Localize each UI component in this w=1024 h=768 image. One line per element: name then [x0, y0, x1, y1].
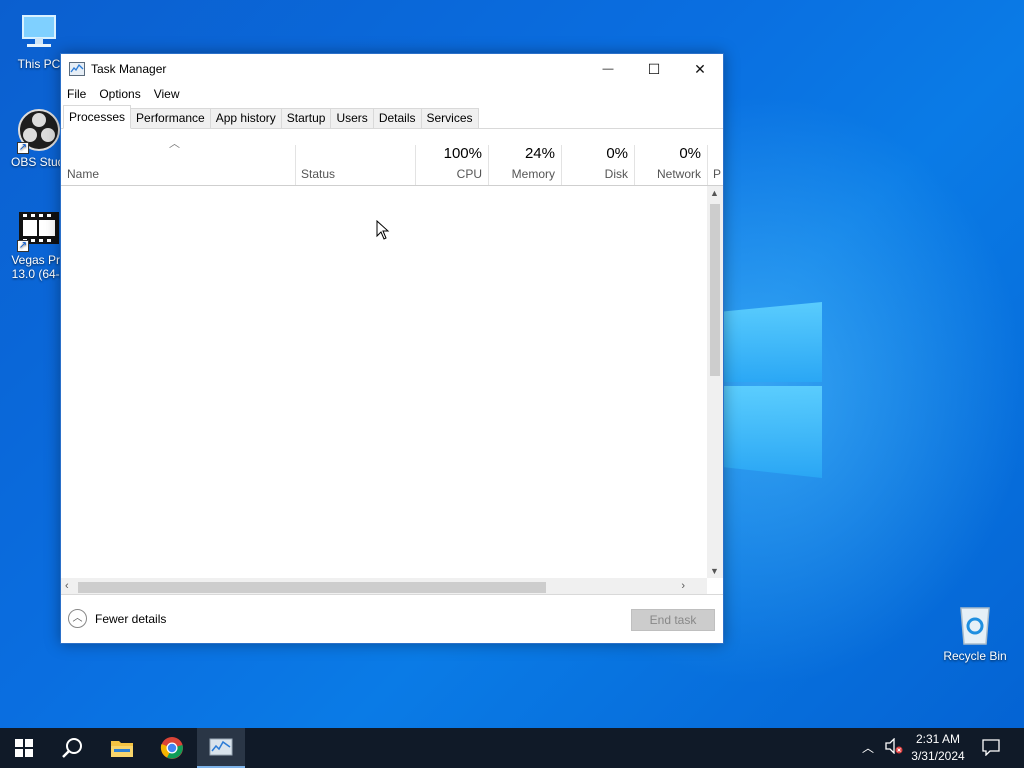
task-manager-icon	[209, 738, 233, 756]
task-manager-window: Task Manager — ☐ ✕ File Options View Pro…	[60, 53, 724, 644]
taskbar-task-manager[interactable]	[197, 728, 245, 768]
menu-options[interactable]: Options	[99, 87, 140, 101]
process-list[interactable]: ▲ ▼ ‹ ›	[61, 186, 723, 596]
notification-icon[interactable]	[982, 738, 1000, 759]
recycle-bin-icon	[953, 602, 997, 646]
menu-bar: File Options View	[61, 84, 723, 104]
column-power[interactable]: P	[707, 129, 723, 185]
start-button[interactable]	[0, 728, 48, 768]
column-cpu[interactable]: 100% CPU	[415, 129, 488, 185]
tab-strip: Processes Performance App history Startu…	[61, 104, 723, 129]
folder-icon	[111, 741, 133, 757]
column-memory[interactable]: 24% Memory	[488, 129, 561, 185]
taskbar: ︿ 2:31 AM 3/31/2024	[0, 728, 1024, 768]
scroll-right-icon[interactable]: ›	[681, 580, 685, 592]
window-title: Task Manager	[91, 62, 167, 76]
fewer-details-button[interactable]: ︿ Fewer details	[68, 609, 166, 628]
memory-percent: 24%	[524, 145, 555, 162]
column-network[interactable]: 0% Network	[634, 129, 707, 185]
shortcut-arrow-icon: ↗	[17, 142, 29, 154]
scroll-left-icon[interactable]: ‹	[65, 580, 69, 592]
end-task-button[interactable]: End task	[631, 609, 715, 631]
mouse-cursor-icon	[376, 220, 390, 240]
tab-app-history[interactable]: App history	[209, 108, 282, 128]
cpu-percent: 100%	[443, 145, 482, 162]
close-icon: ✕	[694, 60, 706, 77]
clock-time: 2:31 AM	[915, 732, 961, 746]
column-name[interactable]: Name	[61, 129, 295, 185]
search-button[interactable]	[48, 728, 96, 768]
minimize-icon: —	[602, 63, 614, 75]
task-manager-icon	[69, 62, 85, 76]
maximize-button[interactable]: ☐	[631, 54, 677, 84]
maximize-icon: ☐	[647, 60, 661, 77]
menu-file[interactable]: File	[67, 87, 86, 101]
tab-processes[interactable]: Processes	[63, 105, 132, 129]
horizontal-scroll-thumb[interactable]	[78, 582, 546, 593]
minimize-button[interactable]: —	[585, 54, 631, 84]
process-table-header: ︿ Name Status 100% CPU 24% Memory 0% Dis…	[61, 129, 723, 186]
close-button[interactable]: ✕	[677, 54, 723, 84]
chevron-up-icon[interactable]: ︿	[862, 739, 874, 756]
tab-details[interactable]: Details	[372, 108, 422, 128]
network-percent: 0%	[679, 145, 701, 162]
tab-performance[interactable]: Performance	[130, 108, 211, 128]
column-status[interactable]: Status	[295, 129, 415, 185]
shortcut-arrow-icon: ↗	[17, 240, 29, 252]
system-clock[interactable]: 2:31 AM 3/31/2024	[906, 731, 970, 765]
menu-view[interactable]: View	[154, 87, 180, 101]
chrome-icon	[160, 737, 183, 759]
film-strip-icon: ↗	[17, 206, 61, 252]
tab-users[interactable]: Users	[330, 108, 374, 128]
search-icon	[62, 738, 82, 758]
wallpaper-windows-logo	[722, 290, 822, 480]
windows-start-icon	[15, 739, 33, 757]
clock-date: 3/31/2024	[911, 749, 965, 763]
chevron-up-icon: ︿	[68, 609, 87, 628]
desktop-icon-recycle-bin[interactable]: Recycle Bin	[940, 602, 1010, 663]
tab-services[interactable]: Services	[420, 108, 479, 128]
disk-percent: 0%	[606, 145, 628, 162]
volume-muted-icon[interactable]	[885, 737, 903, 757]
scroll-up-icon[interactable]: ▲	[710, 188, 719, 198]
vertical-scrollbar[interactable]: ▲ ▼	[707, 186, 723, 578]
monitor-icon	[17, 10, 61, 54]
taskbar-chrome[interactable]	[148, 728, 196, 768]
window-footer: ︿ Fewer details End task	[61, 594, 723, 643]
title-bar[interactable]: Task Manager — ☐ ✕	[61, 54, 723, 84]
obs-icon: ↗	[17, 108, 61, 154]
taskbar-file-explorer[interactable]	[98, 728, 146, 768]
scroll-down-icon[interactable]: ▼	[710, 566, 719, 576]
vertical-scroll-thumb[interactable]	[710, 204, 720, 376]
tab-startup[interactable]: Startup	[280, 108, 332, 128]
column-disk[interactable]: 0% Disk	[561, 129, 634, 185]
